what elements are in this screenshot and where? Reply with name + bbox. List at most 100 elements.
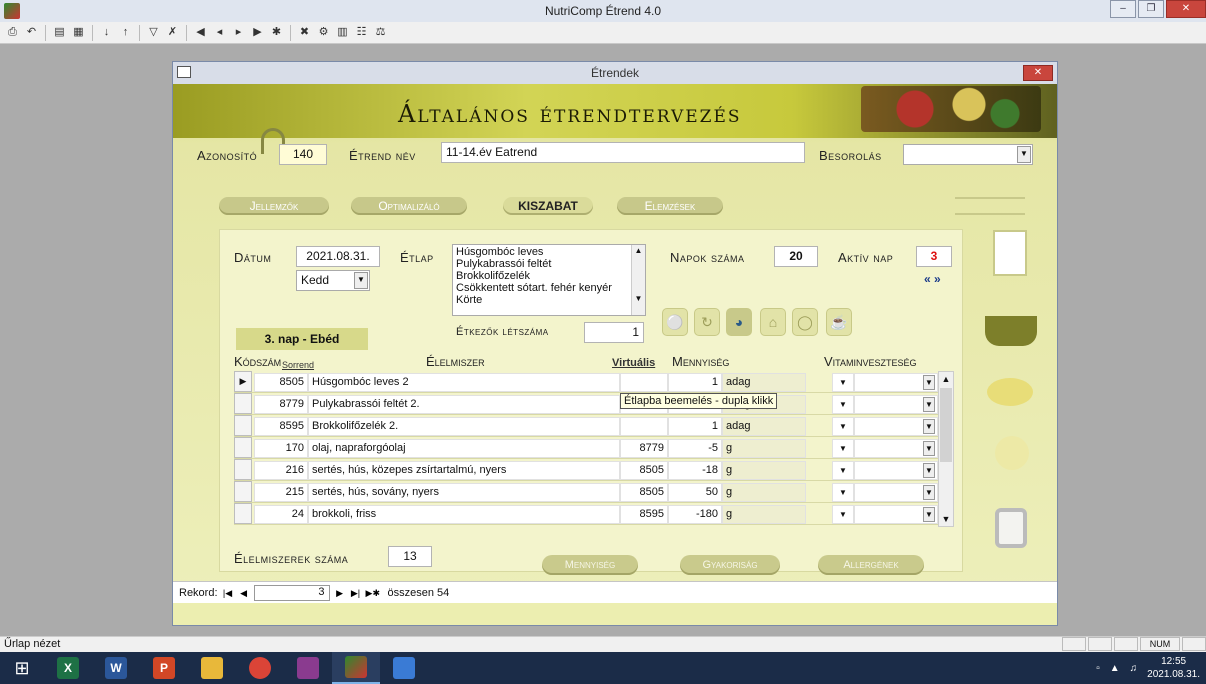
chevron-down-icon[interactable]: ▼ <box>923 463 935 478</box>
chevron-down-icon[interactable]: ▼ <box>923 485 935 500</box>
gyakorisag-button[interactable]: Gyakoriság <box>680 555 780 575</box>
powerpoint-icon[interactable]: P <box>140 652 188 684</box>
row-selector[interactable]: ▶ <box>234 371 252 392</box>
code-cell[interactable]: 215 <box>254 483 308 502</box>
row-selector[interactable] <box>234 437 252 458</box>
allergenek-button[interactable]: Allergének <box>818 555 924 575</box>
first-record-icon[interactable]: ◀ <box>192 24 209 41</box>
next-record-icon[interactable]: ▸ <box>230 24 247 41</box>
record-number-field[interactable]: 3 <box>253 584 330 601</box>
scale-icon[interactable]: ⚖ <box>372 24 389 41</box>
vitamin-select[interactable]: ▼ <box>854 461 938 480</box>
etrend-nev-field[interactable]: 11-14.év Eatrend <box>441 142 805 163</box>
filter-icon[interactable]: ▽ <box>145 24 162 41</box>
name-cell[interactable]: Húsgombóc leves 2 <box>308 373 620 392</box>
elelmiszerek-field[interactable]: 13 <box>388 546 432 567</box>
vitamin-select[interactable]: ▼ <box>854 395 938 414</box>
row-selector[interactable] <box>234 481 252 502</box>
excel-icon[interactable]: X <box>44 652 92 684</box>
code-cell[interactable]: 170 <box>254 439 308 458</box>
unit-cell[interactable]: g <box>722 505 806 524</box>
table-icon[interactable]: ▥ <box>334 24 351 41</box>
table-row[interactable]: 215 sertés, hús, sovány, nyers 8505 50 g… <box>234 481 954 503</box>
coffee-icon[interactable]: ☕ <box>826 308 852 336</box>
restore-icon[interactable]: ❐ <box>1138 0 1164 18</box>
next-record-icon[interactable]: ▶ <box>334 586 346 600</box>
quantity-cell[interactable]: -18 <box>668 461 722 480</box>
tools-icon[interactable]: ⚙ <box>315 24 332 41</box>
tab-optimalizalo[interactable]: Optimalizáló <box>351 197 467 215</box>
name-cell[interactable]: sertés, hús, közepes zsírtartalmú, nyers <box>308 461 620 480</box>
mennyiseg-button[interactable]: Mennyiség <box>542 555 638 575</box>
word-icon[interactable]: W <box>92 652 140 684</box>
napok-field[interactable]: 20 <box>774 246 818 267</box>
print-icon[interactable]: ⎙ <box>4 24 21 41</box>
etlap-list[interactable]: Húsgombóc leves Pulykabrassói feltét Bro… <box>452 244 646 316</box>
table-row[interactable]: 216 sertés, hús, közepes zsírtartalmú, n… <box>234 459 954 481</box>
prev-record-icon[interactable]: ◂ <box>211 24 228 41</box>
tab-kiszabat[interactable]: KISZABAT <box>503 197 593 215</box>
scroll-thumb[interactable] <box>940 388 952 462</box>
vitamin-select[interactable]: ▼ <box>854 483 938 502</box>
unit-cell[interactable]: g <box>722 439 806 458</box>
row-selector[interactable] <box>234 415 252 436</box>
name-cell[interactable]: Pulykabrassói feltét 2. <box>308 395 620 414</box>
minimize-icon[interactable]: – <box>1110 0 1136 18</box>
virtual-cell[interactable]: 8505 <box>620 483 668 502</box>
chevron-down-icon[interactable]: ▼ <box>923 507 935 522</box>
day-select[interactable]: Kedd ▼ <box>296 270 370 291</box>
table-row[interactable]: ▶ 8505 Húsgombóc leves 2 1 adag ▼ ▼ <box>234 371 954 393</box>
notification-icon[interactable]: ▫ <box>1096 663 1100 674</box>
vitamin-dropdown-icon[interactable]: ▼ <box>832 373 854 392</box>
unlock-icon[interactable] <box>995 508 1027 548</box>
monitor-icon[interactable] <box>380 652 428 684</box>
virtualis-header[interactable]: Virtuális <box>612 357 655 369</box>
quantity-cell[interactable]: 1 <box>668 373 722 392</box>
document-icon[interactable] <box>993 230 1027 276</box>
list-item[interactable]: Körte <box>456 294 642 306</box>
table-row[interactable]: 170 olaj, napraforgóolaj 8779 -5 g ▼ ▼ <box>234 437 954 459</box>
clock[interactable]: 12:55 2021.08.31. <box>1147 655 1200 681</box>
quantity-cell[interactable]: -180 <box>668 505 722 524</box>
datasheet-view-icon[interactable]: ▦ <box>70 24 87 41</box>
sun-icon[interactable] <box>995 436 1029 470</box>
undo-icon[interactable]: ↶ <box>23 24 40 41</box>
last-record-icon[interactable]: ▶ <box>249 24 266 41</box>
file-explorer-icon[interactable] <box>188 652 236 684</box>
apple-icon[interactable]: ⚪ <box>662 308 688 336</box>
name-cell[interactable]: brokkoli, friss <box>308 505 620 524</box>
besorolas-select[interactable]: ▼ <box>903 144 1033 165</box>
list-item[interactable]: Pulykabrassói feltét <box>456 258 642 270</box>
chevron-down-icon[interactable]: ▼ <box>354 272 368 289</box>
new-record-icon[interactable]: ▶✱ <box>366 586 380 600</box>
quantity-cell[interactable]: 1 <box>668 417 722 436</box>
code-cell[interactable]: 24 <box>254 505 308 524</box>
delete-record-icon[interactable]: ✖ <box>296 24 313 41</box>
form-view-icon[interactable]: ▤ <box>51 24 68 41</box>
windows-start-icon[interactable]: ⊞ <box>0 652 44 684</box>
vitamin-select[interactable]: ▼ <box>854 373 938 392</box>
nutricomp-taskbar-icon[interactable] <box>332 652 380 684</box>
list-item[interactable]: Csökkentett sótart. fehér kenyér <box>456 282 642 294</box>
chevron-down-icon[interactable]: ▼ <box>923 375 935 390</box>
tab-elemzesek[interactable]: Elemzések <box>617 197 723 215</box>
chevron-down-icon[interactable]: ▼ <box>923 419 935 434</box>
name-cell[interactable]: olaj, napraforgóolaj <box>308 439 620 458</box>
vitamin-dropdown-icon[interactable]: ▼ <box>832 417 854 436</box>
vitamin-dropdown-icon[interactable]: ▼ <box>832 395 854 414</box>
chrome-icon[interactable] <box>236 652 284 684</box>
row-selector[interactable] <box>234 459 252 480</box>
etkezok-field[interactable]: 1 <box>584 322 644 343</box>
calculator-icon[interactable]: ☷ <box>353 24 370 41</box>
datum-field[interactable]: 2021.08.31. <box>296 246 380 267</box>
chevron-down-icon[interactable]: ▼ <box>923 441 935 456</box>
unit-cell[interactable]: adag <box>722 373 806 392</box>
new-record-icon[interactable]: ✱ <box>268 24 285 41</box>
sorrend-header[interactable]: Sorrend <box>282 360 314 370</box>
code-cell[interactable]: 8779 <box>254 395 308 414</box>
house-icon[interactable]: ⌂ <box>760 308 786 336</box>
virtual-cell[interactable] <box>620 373 668 392</box>
quantity-cell[interactable]: -5 <box>668 439 722 458</box>
vitamin-dropdown-icon[interactable]: ▼ <box>832 505 854 524</box>
vitamin-dropdown-icon[interactable]: ▼ <box>832 483 854 502</box>
